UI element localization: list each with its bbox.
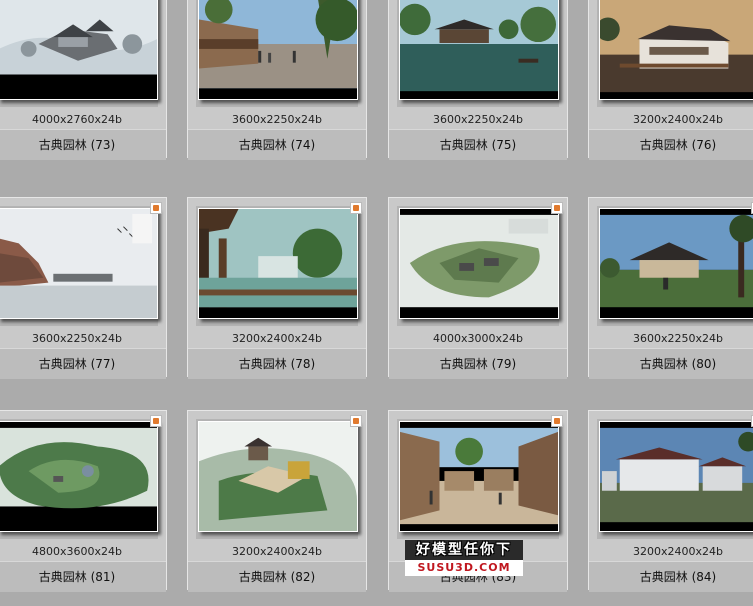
thumbnail-image[interactable] (0, 208, 158, 319)
thumbnail-item[interactable]: 4000x2760x24b 古典园林 (73) (0, 0, 167, 160)
file-name[interactable]: 古典园林 (84) (589, 561, 753, 592)
thumbnail-image[interactable] (198, 208, 358, 319)
thumbnail-image[interactable] (399, 0, 559, 100)
image-dimensions: 3200x2400x24b (232, 545, 322, 558)
thumbnail-item[interactable]: 3600x2250x24b 古典园林 (74) (187, 0, 367, 160)
image-dimensions: 4000x3000x24b (433, 332, 523, 345)
thumbnail-item[interactable]: 3200x2400x24b 古典园林 (82) (187, 410, 367, 592)
thumbnail-image[interactable] (399, 208, 559, 319)
file-name[interactable]: 古典园林 (74) (188, 129, 366, 160)
thumbnail-image[interactable] (599, 421, 753, 532)
thumbnail-image[interactable] (599, 208, 753, 319)
file-type-icon (551, 202, 563, 214)
file-type-icon (551, 415, 563, 427)
file-name[interactable]: 古典园林 (79) (389, 348, 567, 379)
thumbnail-image[interactable] (599, 0, 753, 100)
file-name[interactable]: 古典园林 (77) (0, 348, 166, 379)
image-dimensions: 3600x2250x24b (633, 332, 723, 345)
thumbnail-image[interactable] (0, 421, 158, 532)
file-name[interactable]: 古典园林 (81) (0, 561, 166, 592)
file-type-icon (150, 202, 162, 214)
thumbnail-item[interactable]: 古典园林 (83) (388, 410, 568, 592)
image-dimensions: 3200x2400x24b (232, 332, 322, 345)
image-dimensions: 3200x2400x24b (633, 545, 723, 558)
thumbnail-image[interactable] (198, 0, 358, 100)
file-name[interactable]: 古典园林 (73) (0, 129, 166, 160)
image-dimensions: 4800x3600x24b (32, 545, 122, 558)
file-name[interactable]: 古典园林 (76) (589, 129, 753, 160)
thumbnail-item[interactable]: 3600x2250x24b 古典园林 (75) (388, 0, 568, 160)
thumbnail-image[interactable] (399, 421, 559, 532)
thumbnail-item[interactable]: 3600x2250x24b 古典园林 (77) (0, 197, 167, 379)
thumbnail-item[interactable]: 3600x2250x24b 古典园林 (80) (588, 197, 753, 379)
file-name[interactable]: 古典园林 (78) (188, 348, 366, 379)
file-name[interactable]: 古典园林 (80) (589, 348, 753, 379)
thumbnail-item[interactable]: 3200x2400x24b 古典园林 (78) (187, 197, 367, 379)
file-name[interactable]: 古典园林 (82) (188, 561, 366, 592)
image-dimensions: 3200x2400x24b (633, 113, 723, 126)
image-dimensions: 3600x2250x24b (32, 332, 122, 345)
thumbnail-item[interactable]: 3200x2400x24b 古典园林 (84) (588, 410, 753, 592)
thumbnail-item[interactable]: 4000x3000x24b 古典园林 (79) (388, 197, 568, 379)
file-name[interactable]: 古典园林 (75) (389, 129, 567, 160)
file-name[interactable]: 古典园林 (83) (389, 561, 567, 592)
file-type-icon (350, 415, 362, 427)
image-dimensions: 3600x2250x24b (433, 113, 523, 126)
image-dimensions: 4000x2760x24b (32, 113, 122, 126)
thumbnail-image[interactable] (0, 0, 158, 100)
thumbnail-image[interactable] (198, 421, 358, 532)
thumbnail-item[interactable]: 3200x2400x24b 古典园林 (76) (588, 0, 753, 160)
image-dimensions: 3600x2250x24b (232, 113, 322, 126)
thumbnail-item[interactable]: 4800x3600x24b 古典园林 (81) (0, 410, 167, 592)
file-type-icon (350, 202, 362, 214)
file-type-icon (150, 415, 162, 427)
